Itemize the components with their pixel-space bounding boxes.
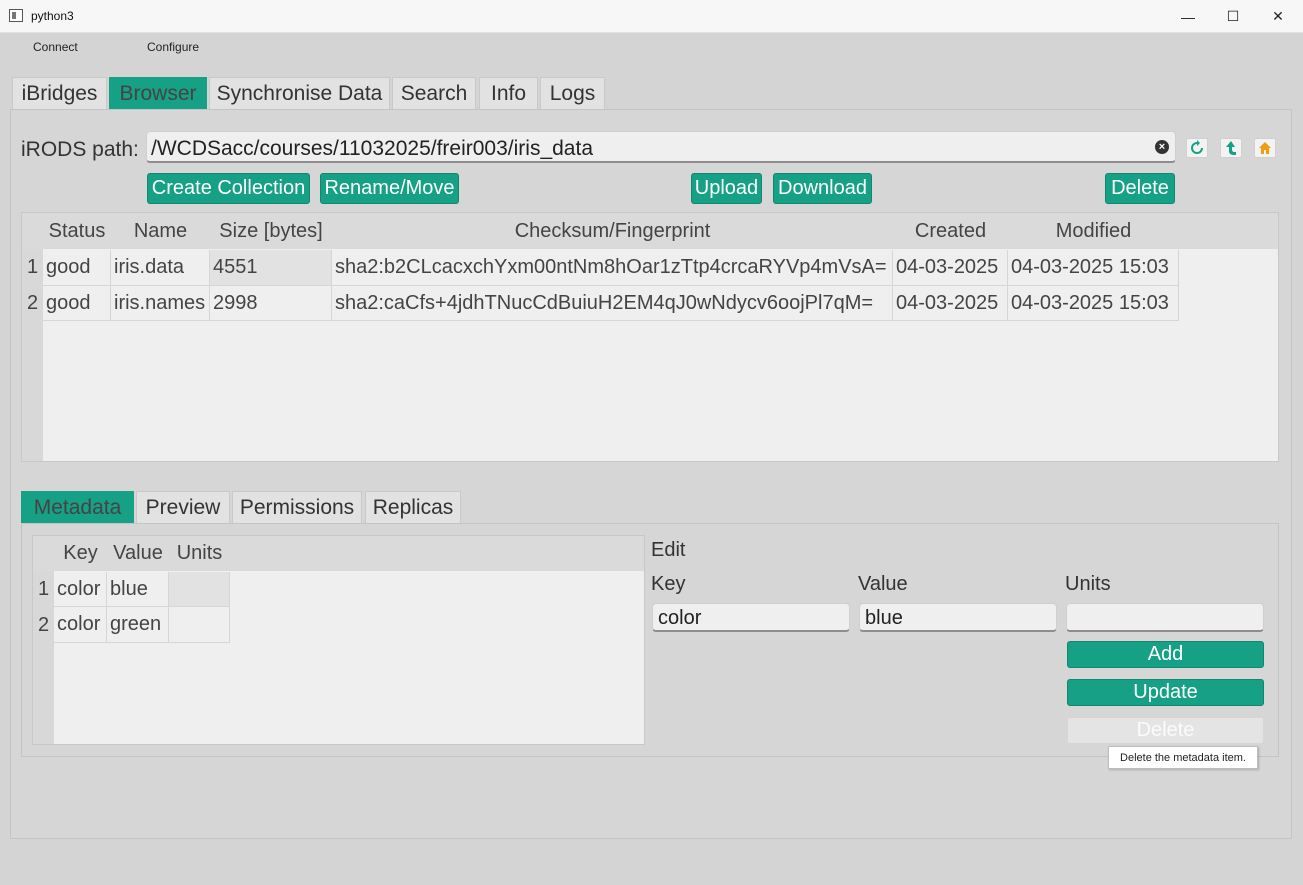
download-button[interactable]: Download — [773, 173, 872, 204]
column-header-checksum[interactable]: Checksum/Fingerprint — [332, 213, 893, 249]
column-header-name[interactable]: Name — [111, 213, 210, 249]
minimize-button[interactable]: — — [1165, 0, 1211, 33]
row-number: 1 — [26, 256, 39, 278]
tab-ibridges[interactable]: iBridges — [12, 77, 107, 110]
tab-info[interactable]: Info — [479, 77, 538, 110]
metadata-value-input[interactable]: blue — [859, 603, 1057, 632]
table-cell-units[interactable] — [169, 572, 230, 607]
irods-path-label: iRODS path: — [21, 138, 139, 161]
home-icon[interactable] — [1254, 138, 1276, 158]
tab-logs[interactable]: Logs — [540, 77, 605, 110]
tooltip: Delete the metadata item. — [1108, 746, 1258, 769]
tab-permissions[interactable]: Permissions — [232, 491, 362, 524]
menu-configure[interactable]: Configure — [147, 40, 199, 54]
column-header-modified[interactable]: Modified — [1008, 213, 1179, 249]
tab-browser[interactable]: Browser — [109, 77, 207, 110]
maximize-button[interactable]: ☐ — [1210, 0, 1256, 33]
create-collection-button[interactable]: Create Collection — [147, 173, 310, 204]
edit-value-label: Value — [858, 573, 908, 595]
table-cell-size[interactable]: 2998 — [210, 286, 332, 321]
menu-connect[interactable]: Connect — [33, 40, 78, 54]
app-window-icon — [9, 9, 23, 22]
tab-replicas[interactable]: Replicas — [365, 491, 461, 524]
table-cell-value[interactable]: blue — [107, 572, 169, 607]
edit-units-label: Units — [1065, 573, 1111, 595]
tab-synchronise-data[interactable]: Synchronise Data — [209, 77, 390, 110]
refresh-icon[interactable] — [1186, 138, 1208, 158]
column-header-value[interactable]: Value — [107, 536, 169, 571]
add-metadata-button[interactable]: Add — [1067, 641, 1264, 668]
clear-icon[interactable]: × — [1155, 140, 1169, 154]
tab-search[interactable]: Search — [392, 77, 476, 110]
table-cell-created[interactable]: 04-03-2025 — [893, 250, 1008, 286]
edit-title: Edit — [651, 539, 686, 561]
table-cell-status[interactable]: good — [43, 286, 111, 321]
parent-folder-icon[interactable] — [1220, 138, 1242, 158]
table-cell-name[interactable]: iris.data — [111, 250, 210, 286]
table-cell-status[interactable]: good — [43, 250, 111, 286]
upload-button[interactable]: Upload — [691, 173, 762, 204]
table-cell-size[interactable]: 4551 — [210, 250, 332, 286]
metadata-units-input[interactable] — [1066, 603, 1264, 632]
update-metadata-button[interactable]: Update — [1067, 679, 1264, 706]
table-cell-modified[interactable]: 04-03-2025 15:03 — [1008, 286, 1179, 321]
table-cell-created[interactable]: 04-03-2025 — [893, 286, 1008, 321]
table-cell-key[interactable]: color — [54, 572, 107, 607]
delete-metadata-button[interactable]: Delete — [1067, 717, 1264, 744]
window-title: python3 — [31, 9, 74, 23]
table-cell-units[interactable] — [169, 607, 230, 643]
table-cell-checksum[interactable]: sha2:b2CLcacxchYxm00ntNm8hOar1zTtp4crcaR… — [332, 250, 893, 286]
column-header-status[interactable]: Status — [43, 213, 111, 249]
delete-button[interactable]: Delete — [1105, 173, 1175, 204]
column-header-size[interactable]: Size [bytes] — [210, 213, 332, 249]
tab-metadata[interactable]: Metadata — [21, 491, 134, 524]
row-number: 2 — [37, 614, 50, 636]
table-cell-name[interactable]: iris.names — [111, 286, 210, 321]
irods-path-input[interactable]: /WCDSacc/courses/11032025/freir003/iris_… — [146, 131, 1176, 163]
row-number: 2 — [26, 292, 39, 314]
table-cell-modified[interactable]: 04-03-2025 15:03 — [1008, 250, 1179, 286]
edit-key-label: Key — [651, 573, 686, 595]
close-button[interactable]: ✕ — [1255, 0, 1301, 33]
column-header-units[interactable]: Units — [169, 536, 230, 571]
rename-move-button[interactable]: Rename/Move — [320, 173, 459, 204]
column-header-created[interactable]: Created — [893, 213, 1008, 249]
column-header-key[interactable]: Key — [54, 536, 107, 571]
title-bar — [0, 0, 1303, 33]
row-number: 1 — [37, 578, 50, 600]
table-cell-key[interactable]: color — [54, 607, 107, 643]
metadata-key-input[interactable]: color — [652, 603, 850, 632]
tab-preview[interactable]: Preview — [136, 491, 230, 524]
table-cell-value[interactable]: green — [107, 607, 169, 643]
table-cell-checksum[interactable]: sha2:caCfs+4jdhTNucCdBuiuH2EM4qJ0wNdycv6… — [332, 286, 893, 321]
